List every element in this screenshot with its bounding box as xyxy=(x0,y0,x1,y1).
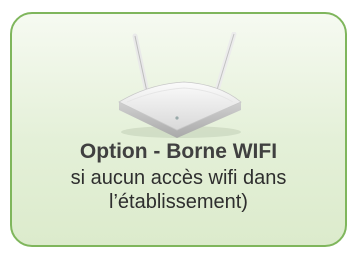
option-description-line-2: l’établissement) xyxy=(109,191,248,213)
option-title: Option - Borne WIFI xyxy=(79,140,278,163)
card-text: Option - Borne WIFI si aucun accès wifi … xyxy=(12,140,345,214)
wifi-option-card: Option - Borne WIFI si aucun accès wifi … xyxy=(10,12,347,247)
wifi-router-image xyxy=(117,32,242,138)
option-description-line-1: si aucun accès wifi dans xyxy=(70,167,287,189)
